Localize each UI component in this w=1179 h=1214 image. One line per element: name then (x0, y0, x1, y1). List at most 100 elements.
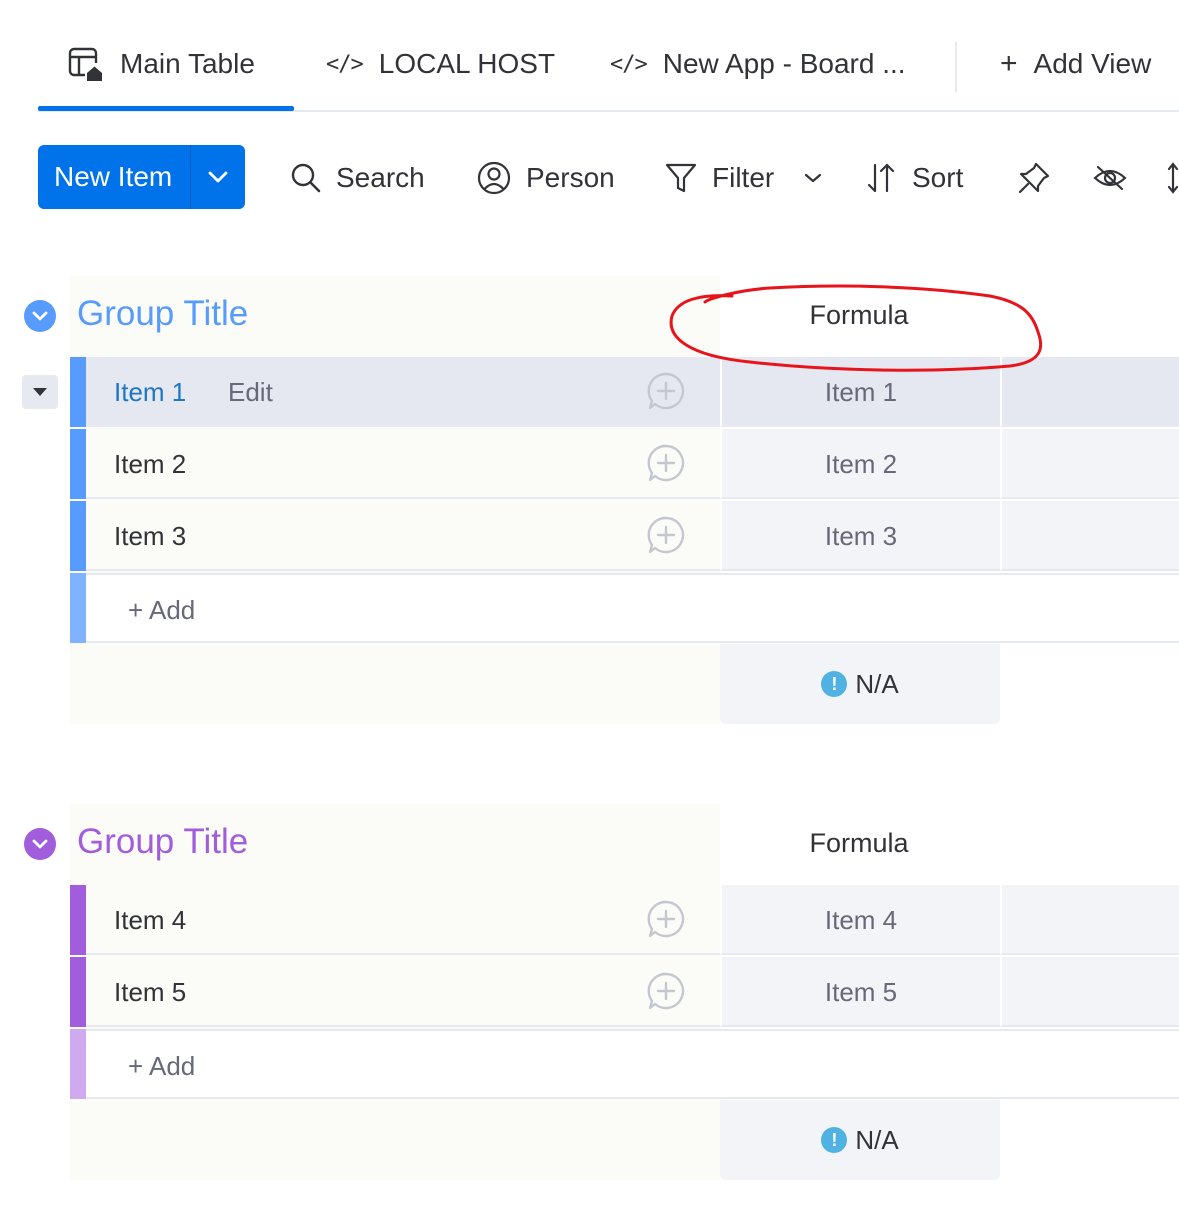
view-tabs: Main Table </> LOCAL HOST </> New App - … (0, 0, 1179, 112)
tab-label: LOCAL HOST (378, 48, 556, 79)
filter-label: Filter (712, 162, 775, 193)
formula-cell[interactable]: Item 3 (720, 501, 1000, 571)
add-item-input[interactable]: + Add (86, 1029, 1179, 1099)
table-row[interactable]: Item 4 Item 4 (70, 885, 1179, 955)
formula-summary-cell[interactable]: ! N/A (720, 1100, 1000, 1180)
item-name-cell[interactable]: Item 3 (86, 501, 720, 571)
item-name[interactable]: Item 2 (114, 449, 186, 480)
item-name-cell[interactable]: Item 4 (86, 885, 720, 955)
chevron-down-icon (32, 311, 48, 321)
group-collapse-toggle[interactable] (24, 300, 56, 332)
caret-down-icon (33, 388, 47, 396)
person-label: Person (526, 162, 615, 193)
active-tab-indicator (38, 106, 294, 111)
tab-main-table[interactable]: Main Table (68, 38, 255, 90)
row-height-button[interactable] (1166, 150, 1179, 206)
row-height-icon (1167, 162, 1179, 194)
tab-label: Main Table (120, 48, 255, 79)
tab-label: New App - Board ... (662, 48, 906, 79)
empty-cell[interactable] (1000, 357, 1179, 427)
pin-button[interactable] (1016, 150, 1052, 206)
hide-columns-button[interactable] (1092, 150, 1128, 206)
empty-cell[interactable] (1000, 501, 1179, 571)
table-row[interactable]: Item 5 Item 5 (70, 957, 1179, 1027)
add-item-row[interactable]: + Add (70, 1029, 1179, 1099)
group-collapse-toggle[interactable] (24, 828, 56, 860)
group-color-bar (70, 501, 86, 571)
edit-button[interactable]: Edit (228, 377, 273, 408)
add-view-label: Add View (1033, 48, 1152, 79)
person-filter-button[interactable]: Person (476, 150, 615, 206)
code-icon: </> (326, 51, 364, 77)
person-icon (476, 160, 512, 196)
formula-cell[interactable]: Item 4 (720, 885, 1000, 955)
filter-icon (664, 161, 698, 195)
tab-new-app-board[interactable]: </> New App - Board ... (610, 38, 906, 90)
table-home-icon (68, 46, 104, 82)
formula-cell[interactable]: Item 1 (720, 357, 1000, 427)
search-icon (290, 162, 322, 194)
table-row[interactable]: Item 1 Edit Item 1 (70, 357, 1179, 427)
add-item-label: + Add (128, 1051, 196, 1081)
empty-cell[interactable] (1000, 885, 1179, 955)
row-menu-button[interactable] (22, 375, 58, 409)
group-title[interactable]: Group Title (77, 822, 248, 862)
group-color-bar (70, 429, 86, 499)
group-header: Group Title Formula (0, 276, 1179, 356)
empty-cell[interactable] (1000, 429, 1179, 499)
search-label: Search (336, 162, 425, 193)
chevron-down-icon (208, 171, 228, 183)
pin-icon (1018, 162, 1050, 194)
group-header: Group Title Formula (0, 804, 1179, 884)
info-icon: ! (821, 1127, 848, 1153)
group-color-bar (70, 573, 86, 643)
item-name-cell[interactable]: Item 5 (86, 957, 720, 1027)
add-update-icon[interactable] (646, 371, 686, 411)
group-color-bar (70, 885, 86, 955)
item-name-cell[interactable]: Item 1 Edit (86, 357, 720, 427)
formula-cell[interactable]: Item 2 (720, 429, 1000, 499)
chevron-down-icon (32, 839, 48, 849)
item-name[interactable]: Item 4 (114, 905, 186, 936)
new-item-button[interactable]: New Item (38, 161, 190, 193)
formula-summary-cell[interactable]: ! N/A (720, 644, 1000, 724)
column-header-formula[interactable]: Formula (720, 828, 998, 859)
add-view-button[interactable]: + Add View (1000, 38, 1151, 90)
add-update-icon[interactable] (646, 515, 686, 555)
column-header-formula[interactable]: Formula (720, 300, 998, 331)
group-1: Group Title Formula Item 1 Edit Item 1 I… (0, 276, 1179, 724)
new-item-split-button: New Item (38, 145, 245, 209)
table-row[interactable]: Item 3 Item 3 (70, 501, 1179, 571)
group-color-bar (70, 1029, 86, 1099)
filter-button[interactable]: Filter (664, 150, 774, 206)
new-item-dropdown-button[interactable] (191, 170, 245, 184)
sort-icon (866, 161, 898, 195)
sort-label: Sort (912, 162, 964, 193)
sort-button[interactable]: Sort (866, 150, 963, 206)
add-item-label: + Add (128, 595, 196, 625)
add-item-input[interactable]: + Add (86, 573, 1179, 643)
eye-off-icon (1093, 165, 1127, 191)
summary-value: N/A (855, 1124, 899, 1155)
add-update-icon[interactable] (646, 971, 686, 1011)
search-button[interactable]: Search (290, 150, 425, 206)
group-title[interactable]: Group Title (77, 294, 248, 334)
add-update-icon[interactable] (646, 443, 686, 483)
info-icon: ! (821, 671, 848, 697)
filter-dropdown-button[interactable] (802, 150, 824, 206)
group-color-bar (70, 357, 86, 427)
item-name[interactable]: Item 3 (114, 521, 186, 552)
empty-cell[interactable] (1000, 957, 1179, 1027)
code-icon: </> (610, 51, 648, 77)
item-name[interactable]: Item 5 (114, 977, 186, 1008)
group-color-bar (70, 957, 86, 1027)
formula-cell[interactable]: Item 5 (720, 957, 1000, 1027)
tab-local-host[interactable]: </> LOCAL HOST (326, 38, 555, 90)
chevron-down-icon (804, 173, 822, 183)
summary-value: N/A (855, 668, 899, 699)
item-name[interactable]: Item 1 (114, 377, 186, 408)
table-row[interactable]: Item 2 Item 2 (70, 429, 1179, 499)
add-update-icon[interactable] (646, 899, 686, 939)
item-name-cell[interactable]: Item 2 (86, 429, 720, 499)
add-item-row[interactable]: + Add (70, 573, 1179, 643)
